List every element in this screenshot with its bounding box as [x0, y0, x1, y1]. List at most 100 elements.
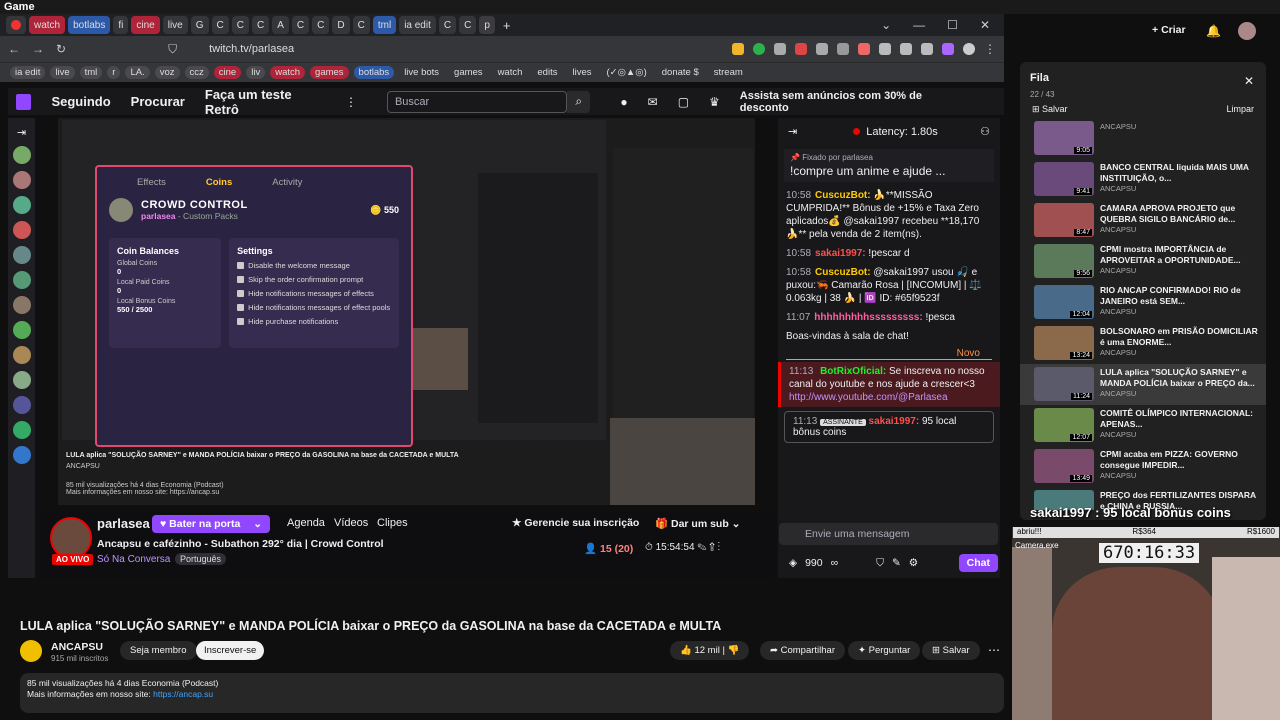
channel-avatar[interactable] — [12, 346, 31, 364]
gift-sub-button[interactable]: 🎁 Dar um sub ⌄ — [655, 517, 740, 530]
tab-coins[interactable]: Coins — [206, 177, 232, 188]
queue-item[interactable]: 12:04 RIO ANCAP CONFIRMADO! RIO de JANEIR… — [1020, 282, 1266, 323]
browser-tab[interactable]: tml — [372, 16, 397, 34]
channel-avatar[interactable] — [12, 221, 31, 239]
setting-row[interactable]: Disable the welcome message — [237, 261, 391, 270]
bookmark-item[interactable]: tml — [79, 66, 103, 79]
ask-button[interactable]: ✦ Perguntar — [848, 641, 921, 660]
video-thumbnail[interactable]: 12:04 — [1034, 285, 1094, 319]
queue-item[interactable]: 12:07 COMITÊ OLÍMPICO INTERNACIONAL: APEN… — [1020, 405, 1266, 446]
pinned-message[interactable]: 📌 Fixado por parlasea !compre um anime e… — [784, 149, 994, 182]
video-thumbnail[interactable]: 11:24 — [1034, 367, 1094, 401]
browser-tab[interactable]: C — [352, 16, 370, 34]
bookmark-item[interactable]: liv — [246, 66, 266, 79]
video-thumbnail[interactable]: 9:56 — [1034, 244, 1094, 278]
extension-icon[interactable] — [942, 43, 954, 55]
extension-icon[interactable] — [816, 43, 828, 55]
chat-input[interactable]: Envie uma mensagem — [779, 523, 998, 545]
nav-prime-trial[interactable]: Faça um teste Retrô — [205, 87, 325, 117]
browser-tab[interactable]: D — [332, 16, 350, 34]
share-button[interactable]: ➦ Compartilhar — [760, 641, 845, 660]
youtube-description[interactable]: 85 mil visualizações há 4 dias Economia … — [20, 673, 1004, 713]
channel-points-icon[interactable]: ◈ — [789, 557, 797, 569]
pencil-icon[interactable]: ✎ — [892, 557, 901, 569]
channel-avatar[interactable] — [20, 640, 42, 662]
message-link[interactable]: http://www.youtube.com/@Parlasea — [789, 392, 948, 403]
extension-icon[interactable] — [900, 43, 912, 55]
chat-send-button[interactable]: Chat — [958, 554, 998, 572]
browser-tab[interactable]: C — [459, 16, 477, 34]
shield-icon[interactable]: ⛉ — [876, 557, 884, 570]
extension-icon[interactable] — [774, 43, 786, 55]
extension-icon[interactable] — [732, 43, 744, 55]
browser-tab[interactable]: C — [291, 16, 310, 34]
bookmark-item[interactable]: cine — [213, 66, 242, 79]
tab-clips[interactable]: Clipes — [377, 517, 408, 529]
channel-avatar[interactable] — [12, 171, 31, 189]
queue-item[interactable]: 8:47 CAMARA APROVA PROJETO que QUEBRA SIG… — [1020, 200, 1266, 241]
streamer-name[interactable]: parlasea — [97, 516, 150, 531]
crowd-control-panel[interactable]: Effects Coins Activity CROWD CONTROL par… — [95, 165, 413, 447]
mail-icon[interactable]: ✉ — [648, 95, 658, 109]
setting-row[interactable]: Skip the order confirmation prompt — [237, 275, 391, 284]
channel-avatar[interactable] — [12, 146, 31, 164]
channel-avatar[interactable] — [12, 196, 31, 214]
message-user[interactable]: sakai1997: — [869, 416, 920, 427]
more-icon[interactable]: ⋮ — [718, 542, 721, 553]
share-icon[interactable]: ⇪ — [709, 542, 715, 553]
channel-avatar[interactable] — [12, 271, 31, 289]
create-button[interactable]: + Criar — [1152, 24, 1186, 36]
bookmark-item[interactable]: botlabs — [353, 66, 395, 79]
follow-button[interactable]: ♥ Bater na porta ⌄ — [152, 515, 270, 533]
video-thumbnail[interactable]: 13:49 — [1034, 449, 1094, 483]
nav-following[interactable]: Seguindo — [51, 94, 110, 109]
video-thumbnail[interactable]: 12:07 — [1034, 408, 1094, 442]
browser-tab[interactable]: fi — [113, 16, 129, 34]
tab-videos[interactable]: Vídeos — [334, 517, 368, 529]
url-field[interactable]: twitch.tv/parlasea — [209, 43, 294, 55]
bell-icon[interactable]: 🔔 — [1206, 24, 1221, 38]
settings-icon[interactable]: ⚙ — [909, 557, 918, 569]
checkbox[interactable] — [237, 276, 245, 283]
subscribe-button[interactable]: Inscrever-se — [196, 641, 265, 660]
message-user[interactable]: hhhhhhhhhsssssssss: — [814, 312, 922, 323]
description-link[interactable]: https://ancap.su — [153, 689, 213, 699]
forward-icon[interactable]: → — [32, 42, 44, 56]
bookmark-item[interactable]: ia edit — [10, 66, 46, 79]
tab-schedule[interactable]: Agenda — [287, 517, 325, 529]
queue-item[interactable]: 9:05 ANCAPSU — [1020, 118, 1266, 159]
twitch-logo-icon[interactable] — [16, 93, 32, 110]
queue-save-button[interactable]: ⊞ Salvar — [1032, 104, 1068, 115]
maximize-icon[interactable]: ☐ — [947, 18, 958, 32]
extension-icon[interactable] — [858, 43, 870, 55]
bookmark-item[interactable]: donate $ — [657, 66, 704, 79]
stream-category[interactable]: Só Na Conversa — [97, 554, 170, 565]
avatar[interactable] — [1238, 22, 1256, 40]
channel-avatar[interactable] — [12, 421, 31, 439]
bookmark-item[interactable]: live bots — [399, 66, 444, 79]
queue-item[interactable]: 9:41 BANCO CENTRAL liquida MAIS UMA INSTI… — [1020, 159, 1266, 200]
collapse-sidebar-icon[interactable]: ⇥ — [17, 126, 26, 139]
more-icon[interactable]: ⋮ — [345, 95, 357, 109]
browser-tab[interactable]: C — [438, 16, 457, 34]
like-button[interactable]: 👍 12 mil | 👎 — [670, 641, 750, 660]
bookmark-item[interactable]: edits — [532, 66, 562, 79]
save-button[interactable]: ⊞ Salvar — [922, 641, 980, 660]
channel-avatar[interactable] — [12, 371, 31, 389]
bookmark-item[interactable]: games — [310, 66, 349, 79]
channel-avatar[interactable] — [12, 396, 31, 414]
bookmark-item[interactable]: lives — [567, 66, 596, 79]
join-button[interactable]: Seja membro — [120, 641, 197, 660]
extension-icon[interactable] — [837, 43, 849, 55]
browser-tab[interactable]: cine — [131, 16, 160, 34]
video-thumbnail[interactable]: 13:24 — [1034, 326, 1094, 360]
queue-item[interactable]: 13:24 BOLSONARO em PRISÃO DOMICILIAR é um… — [1020, 323, 1266, 364]
queue-clear-button[interactable]: Limpar — [1226, 104, 1254, 115]
bookmark-item[interactable]: watch — [493, 66, 528, 79]
minimize-icon[interactable]: — — [913, 18, 925, 32]
bookmark-icon[interactable]: ⛉ — [168, 42, 177, 57]
browser-tab[interactable]: C — [211, 16, 229, 34]
video-thumbnail[interactable]: 9:05 — [1034, 121, 1094, 155]
tab-effects[interactable]: Effects — [137, 177, 166, 188]
users-icon[interactable]: ⚇ — [980, 125, 990, 138]
